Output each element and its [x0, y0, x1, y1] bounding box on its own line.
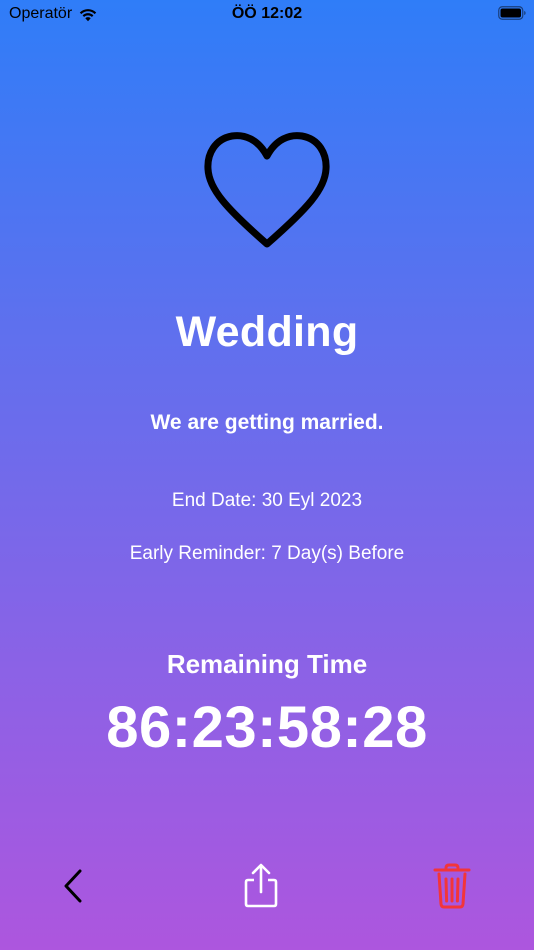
early-reminder-label: Early Reminder: 7 Day(s) Before [129, 543, 405, 564]
status-time: ÖÖ 12:02 [231, 5, 303, 22]
end-date-label: End Date: 30 Eyl 2023 [171, 490, 363, 511]
event-description: We are getting married. [150, 411, 384, 434]
share-button[interactable] [240, 862, 282, 910]
delete-button[interactable] [430, 862, 474, 910]
event-title: Wedding [175, 308, 359, 356]
chevron-left-icon [64, 869, 82, 903]
battery-icon [498, 6, 526, 20]
trash-icon [433, 863, 471, 909]
remaining-time-label: Remaining Time [166, 649, 368, 679]
countdown-timer: 86:23:58:28 [106, 695, 428, 760]
share-icon [244, 863, 278, 908]
back-button[interactable] [58, 866, 90, 906]
status-bar: Operatör ÖÖ 12:02 [0, 0, 534, 28]
heart-icon [204, 132, 330, 248]
event-detail-screen: Operatör ÖÖ 12:02 Wedding We are getting… [0, 0, 534, 950]
